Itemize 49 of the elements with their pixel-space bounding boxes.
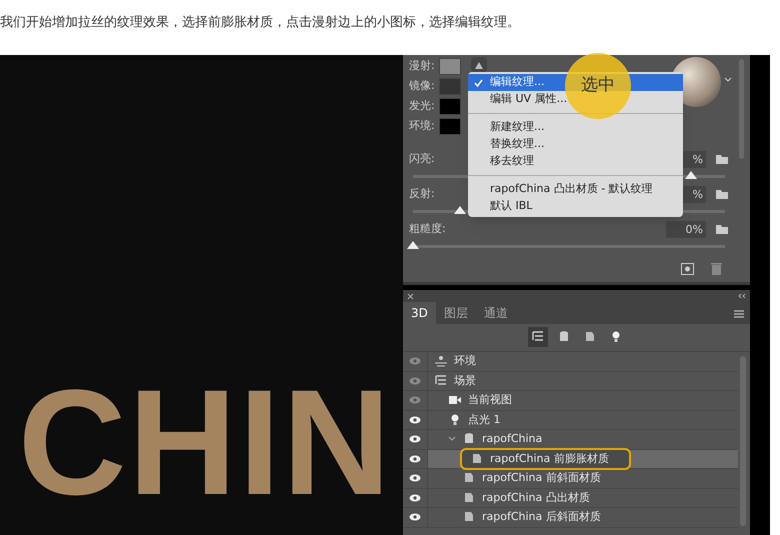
panel-tab[interactable]: 通道 (476, 302, 516, 324)
chevron-down-icon[interactable] (724, 77, 732, 83)
menu-icon[interactable] (734, 310, 744, 318)
color-swatch[interactable] (439, 78, 461, 94)
filter-scene-button[interactable] (528, 327, 548, 347)
slider-label: 反射: (409, 186, 435, 202)
new-material-icon[interactable] (681, 263, 694, 275)
texture-icon[interactable] (471, 57, 487, 73)
eye-icon[interactable] (409, 494, 421, 502)
tree-item[interactable]: rapofChina 前膨胀材质 (427, 450, 738, 468)
tree-item[interactable]: rapofChina 前斜面材质 (427, 469, 738, 488)
color-label: 环境: (409, 118, 435, 134)
tree-item[interactable]: rapofChina 凸出材质 (427, 488, 738, 507)
color-label: 镜像: (409, 78, 435, 94)
folder-icon[interactable] (716, 154, 729, 164)
slider-label: 闪亮: (409, 150, 435, 167)
eye-icon[interactable] (409, 454, 421, 463)
color-swatch[interactable] (439, 118, 461, 134)
tree-item[interactable]: 场景 (427, 372, 738, 390)
menu-item[interactable]: 新建纹理... (468, 119, 683, 136)
caption: 我们开始增加拉丝的纹理效果，选择前膨胀材质，点击漫射边上的小图标，选择编辑纹理。 (0, 14, 521, 32)
environment-icon (434, 354, 448, 368)
tree-item[interactable]: 环境 (427, 352, 738, 370)
panel-tab[interactable]: 3D (403, 302, 436, 324)
slider-thumb[interactable] (407, 241, 419, 249)
material-icon (462, 490, 476, 505)
folder-icon[interactable] (716, 188, 729, 200)
chevron-down-icon[interactable] (448, 435, 456, 444)
eye-icon[interactable] (409, 474, 421, 482)
tree-item[interactable]: 点光 1 (427, 410, 738, 429)
slider-label: 粗糙度: (409, 220, 446, 237)
color-label: 发光: (409, 98, 435, 114)
value-field[interactable]: 0% (666, 220, 706, 238)
close-icon[interactable] (407, 292, 414, 300)
color-swatch[interactable] (439, 98, 461, 114)
panel-tab[interactable]: 图层 (436, 302, 476, 324)
menu-item[interactable]: 替换纹理... (468, 136, 683, 153)
material-icon (470, 452, 484, 466)
folder-icon[interactable] (716, 224, 729, 234)
color-swatch[interactable] (439, 58, 461, 74)
tree-item[interactable]: 当前视图 (427, 391, 738, 410)
tree-item[interactable]: rapofChina 后斜面材质 (427, 508, 738, 526)
callout-badge: 选中 (565, 53, 631, 119)
canvas-3d-text: CHIN (18, 367, 393, 517)
eye-icon[interactable] (409, 435, 421, 444)
eye-icon[interactable] (409, 513, 421, 522)
eye-icon[interactable] (409, 416, 421, 424)
color-label: 漫射: (409, 58, 435, 74)
collapse-icon[interactable] (738, 293, 746, 299)
